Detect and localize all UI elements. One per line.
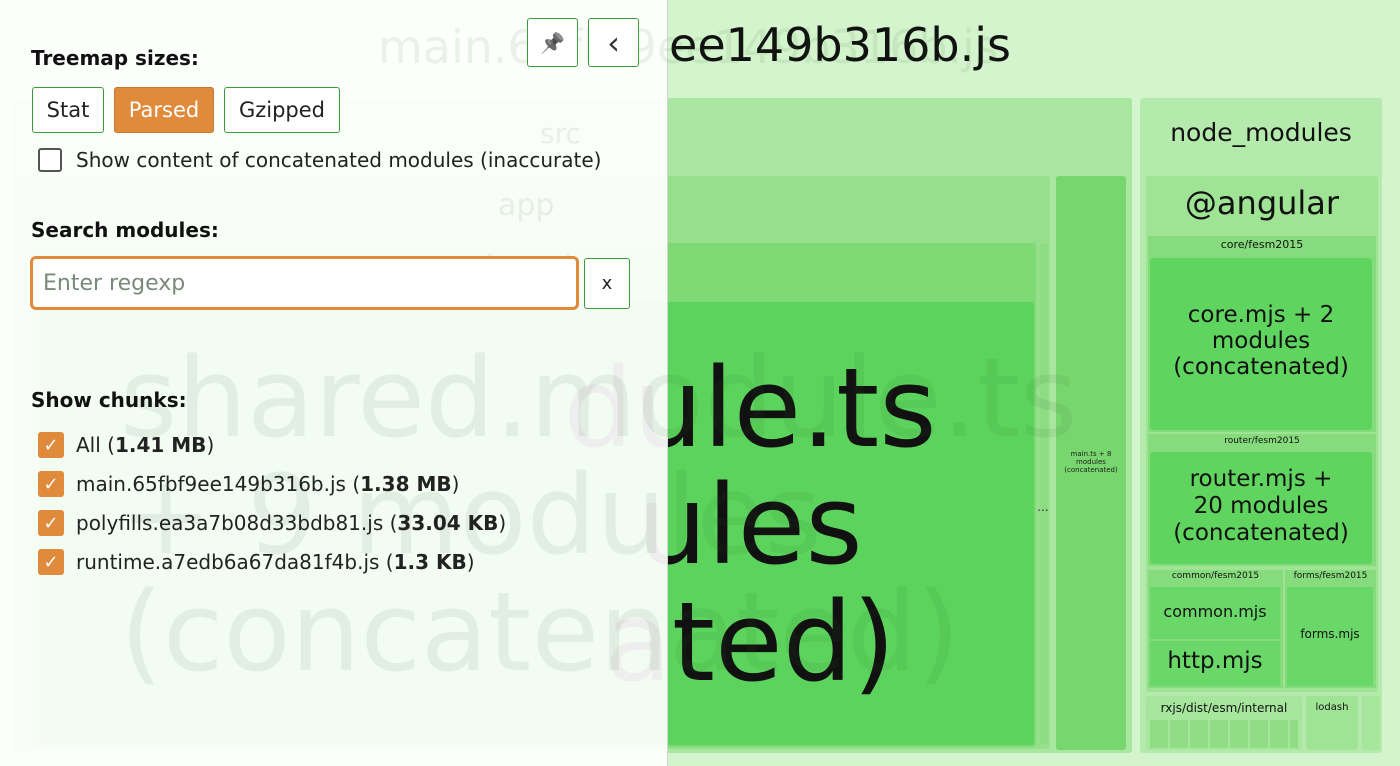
chunk-checkbox[interactable]: ✓: [38, 471, 64, 497]
chunk-label: runtime.a7edb6a67da81f4b.js (1.3 KB): [76, 550, 475, 574]
rxjs-label: rxjs/dist/esm/internal: [1160, 701, 1288, 715]
chunk-label: polyfills.ea3a7b08d33bdb81.js (33.04 KB): [76, 511, 507, 535]
chunk-item-runtime[interactable]: ✓ runtime.a7edb6a67da81f4b.js (1.3 KB): [38, 549, 475, 575]
pin-button[interactable]: 📌: [527, 18, 578, 67]
angular-label: @angular: [1184, 184, 1340, 222]
chunk-size: 1.41 MB: [114, 433, 207, 457]
core-dir-label: core/fesm2015: [1220, 238, 1304, 251]
chunk-label: main.65fbf9ee149b316b.js (1.38 MB): [76, 472, 460, 496]
rxjs-submodules[interactable]: [1150, 720, 1298, 748]
treemap-misc[interactable]: [1362, 696, 1380, 750]
ghost-app-label: app: [498, 188, 555, 223]
chunk-item-all[interactable]: ✓ All (1.41 MB): [38, 432, 214, 458]
chevron-left-icon: ‹: [607, 23, 620, 62]
collapse-sidebar-button[interactable]: ‹: [588, 18, 639, 67]
show-concatenated-label: Show content of concatenated modules (in…: [76, 148, 602, 172]
chunk-label: All (1.41 MB): [76, 433, 215, 457]
chunk-checkbox[interactable]: ✓: [38, 549, 64, 575]
treemap-small-modules[interactable]: [1040, 244, 1048, 744]
clear-search-button[interactable]: x: [584, 258, 630, 309]
forms-dir-label: forms/fesm2015: [1293, 571, 1368, 581]
stat-size-button[interactable]: Stat: [32, 87, 104, 133]
chunk-size: 33.04 KB: [397, 511, 499, 535]
chunk-checkbox[interactable]: ✓: [38, 510, 64, 536]
chunk-checkbox[interactable]: ✓: [38, 432, 64, 458]
gzipped-size-button[interactable]: Gzipped: [224, 87, 340, 133]
show-chunks-title: Show chunks:: [31, 388, 187, 412]
lodash-label: lodash: [1315, 702, 1349, 713]
search-modules-title: Search modules:: [31, 218, 219, 242]
chunk-size: 1.38 MB: [360, 472, 452, 496]
node-modules-label: node_modules: [1170, 118, 1352, 147]
ghost-src-label: src: [540, 117, 581, 150]
core-mjs-label: core.mjs + 2 modules (concatenated): [1173, 302, 1349, 380]
http-mjs-label: http.mjs: [1167, 648, 1263, 674]
common-dir-label: common/fesm2015: [1171, 571, 1260, 581]
search-input[interactable]: [30, 256, 579, 310]
show-concatenated-checkbox[interactable]: [38, 148, 62, 172]
pin-icon: 📌: [540, 30, 565, 55]
sidebar: main.65fbf9ee149b316b.js src app shared …: [0, 0, 1077, 766]
main-ts-label: main.ts + 8 modules (concatenated): [1064, 450, 1118, 474]
router-mjs-label: router.mjs + 20 modules (concatenated): [1173, 466, 1349, 546]
chunk-item-main[interactable]: ✓ main.65fbf9ee149b316b.js (1.38 MB): [38, 471, 459, 497]
common-mjs-label: common.mjs: [1163, 602, 1267, 621]
forms-mjs-label: forms.mjs: [1300, 627, 1360, 641]
treemap-main-ts[interactable]: main.ts + 8 modules (concatenated): [1056, 176, 1126, 750]
more-modules-ellipsis: ...: [1037, 500, 1049, 514]
parsed-size-button[interactable]: Parsed: [114, 87, 214, 133]
chunk-item-polyfills[interactable]: ✓ polyfills.ea3a7b08d33bdb81.js (33.04 K…: [38, 510, 506, 536]
router-dir-label: router/fesm2015: [1224, 436, 1300, 446]
show-concatenated-toggle[interactable]: Show content of concatenated modules (in…: [38, 148, 601, 172]
treemap-sizes-title: Treemap sizes:: [31, 46, 199, 70]
chunk-size: 1.3 KB: [393, 550, 467, 574]
